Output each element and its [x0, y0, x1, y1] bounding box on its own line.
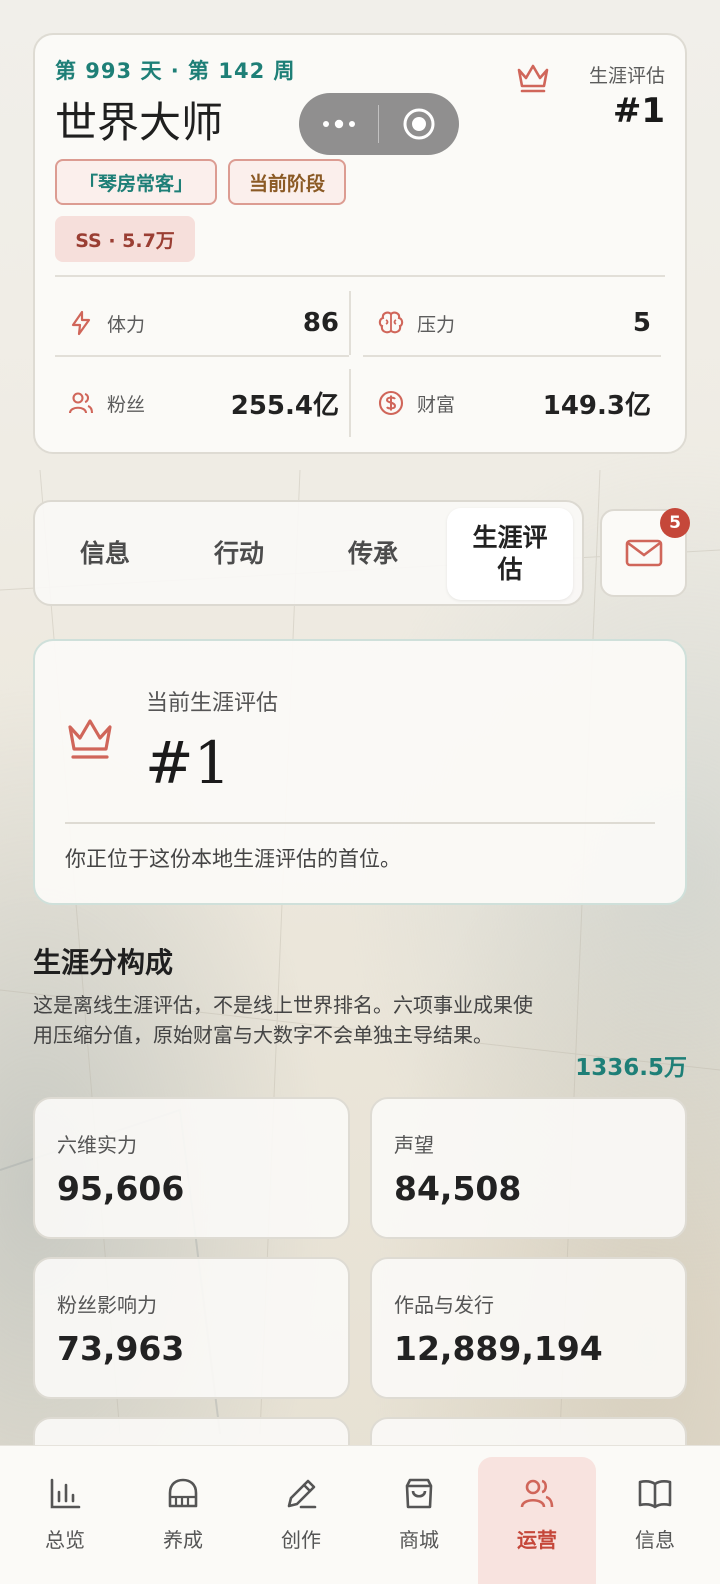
close-miniprogram-button[interactable]	[379, 93, 459, 155]
nav-label: 创作	[281, 1528, 321, 1552]
stat-label: 压力	[417, 313, 456, 336]
nav-overview[interactable]: 总览	[6, 1446, 124, 1584]
stage-title: 世界大师	[55, 98, 224, 147]
nav-label: 商城	[399, 1528, 439, 1552]
metric-value: 95,606	[57, 1169, 185, 1208]
tab-career-rank-label: 生涯评估	[472, 522, 548, 585]
metric-value: 84,508	[394, 1169, 522, 1208]
nav-label: 养成	[163, 1528, 203, 1552]
tab-legacy[interactable]: 传承	[309, 508, 437, 600]
piano-icon	[168, 1478, 198, 1508]
stat-label: 粉丝	[107, 393, 146, 416]
metric-label: 六维实力	[57, 1133, 137, 1157]
metric-card: 六维实力 95,606	[33, 1097, 350, 1239]
nav-create[interactable]: 创作	[242, 1446, 360, 1584]
stat-wealth: 财富 149.3亿	[377, 373, 651, 433]
composition-description: 这是离线生涯评估，不是线上世界排名。六项事业成果使用压缩分值，原始财富与大数字不…	[33, 993, 533, 1047]
more-menu-button[interactable]	[299, 93, 378, 155]
nav-label: 信息	[635, 1528, 675, 1552]
tab-career-rank[interactable]: 生涯评估	[447, 508, 573, 600]
stat-value: 86	[302, 308, 339, 338]
users-icon	[68, 392, 94, 414]
metric-label: 粉丝影响力	[57, 1293, 157, 1317]
metric-label: 声望	[394, 1133, 434, 1157]
title-tag: 「琴房常客」	[55, 159, 217, 205]
career-rank-label: 生涯评估	[588, 65, 665, 87]
bar-chart-icon	[50, 1478, 81, 1509]
tab-info[interactable]: 信息	[41, 508, 169, 600]
target-close-icon	[403, 108, 435, 140]
metric-card: 声望 84,508	[370, 1097, 687, 1239]
crown-icon	[517, 64, 549, 93]
career-rank-value: #1	[612, 91, 665, 131]
stat-pressure: 压力 5	[377, 293, 651, 353]
current-rank-description: 你正位于这份本地生涯评估的首位。	[65, 847, 401, 871]
stat-label: 体力	[107, 313, 146, 336]
stat-stamina: 体力 86	[67, 293, 339, 353]
mini-program-capsule	[299, 93, 459, 155]
pencil-icon	[287, 1479, 317, 1509]
current-rank-label: 当前生涯评估	[146, 691, 279, 716]
stat-value: 149.3亿	[542, 390, 651, 421]
divider	[349, 369, 351, 437]
current-rank-card: 当前生涯评估 #1 你正位于这份本地生涯评估的首位。	[33, 639, 687, 905]
composition-total: 1336.5万	[575, 1055, 687, 1081]
nav-shop[interactable]: 商城	[360, 1446, 478, 1584]
nav-info[interactable]: 信息	[596, 1446, 714, 1584]
metric-label: 作品与发行	[394, 1293, 494, 1317]
users-icon	[520, 1479, 554, 1508]
mail-icon	[625, 539, 662, 567]
day-week-indicator: 第 993 天 · 第 142 周	[55, 59, 296, 83]
metric-card: 粉丝影响力 73,963	[33, 1257, 350, 1399]
more-dots-icon	[322, 119, 355, 129]
crown-icon	[68, 719, 112, 759]
grade-tag: SS · 5.7万	[55, 216, 195, 262]
divider	[55, 275, 665, 277]
book-icon	[638, 1480, 672, 1509]
section-tabs: 信息 行动 传承 生涯评估	[33, 500, 584, 606]
tab-action[interactable]: 行动	[175, 508, 303, 600]
stat-fans: 粉丝 255.4亿	[67, 373, 339, 433]
current-rank-value: #1	[145, 729, 231, 797]
composition-title: 生涯分构成	[33, 946, 174, 979]
nav-operations[interactable]: 运营	[478, 1457, 596, 1584]
metric-value: 12,889,194	[394, 1329, 603, 1368]
stat-label: 财富	[417, 393, 456, 416]
lightning-icon	[71, 310, 91, 336]
divider	[349, 291, 351, 355]
metric-value: 73,963	[57, 1329, 185, 1368]
divider	[65, 822, 655, 824]
divider	[55, 355, 349, 357]
mail-badge: 5	[660, 508, 690, 538]
nav-label: 运营	[517, 1528, 557, 1552]
brain-icon	[378, 311, 404, 334]
stat-value: 5	[632, 308, 651, 338]
stat-value: 255.4亿	[230, 390, 339, 421]
bottom-nav: 总览 养成 创作 商城 运营 信息	[0, 1445, 720, 1584]
stage-tag: 当前阶段	[228, 159, 346, 205]
nav-label: 总览	[45, 1528, 85, 1552]
dollar-coin-icon	[378, 390, 404, 416]
nav-training[interactable]: 养成	[124, 1446, 242, 1584]
metric-card: 作品与发行 12,889,194	[370, 1257, 687, 1399]
shopping-bag-icon	[405, 1478, 433, 1509]
divider	[363, 355, 661, 357]
